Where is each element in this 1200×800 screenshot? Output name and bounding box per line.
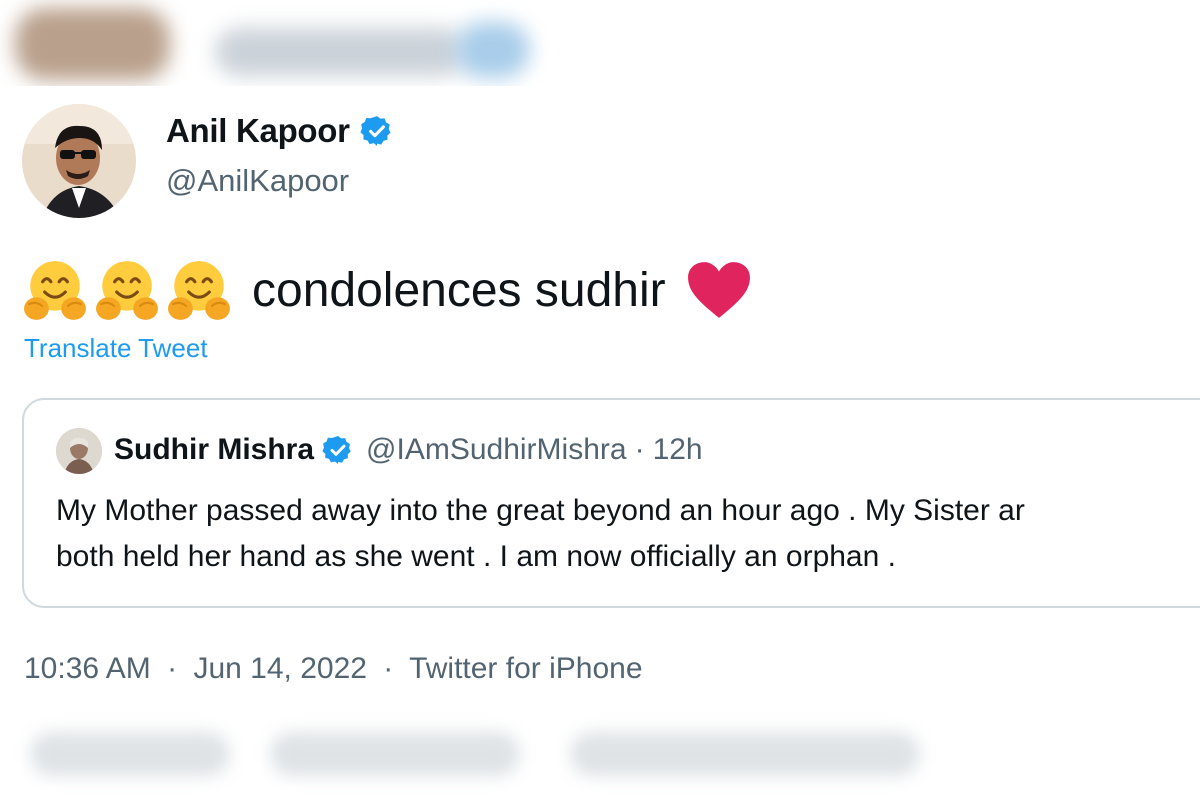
hugging-face-emoji xyxy=(22,257,88,323)
author-name-row: Anil Kapoor xyxy=(166,112,394,150)
separator-dot: · xyxy=(167,652,178,685)
quoted-tweet-text: My Mother passed away into the great bey… xyxy=(56,488,1196,580)
blurred-header-strip xyxy=(0,0,1200,86)
separator-dot: · xyxy=(634,433,645,466)
tweet-text-row: condolences sudhir xyxy=(22,252,752,328)
quoted-author-handle[interactable]: @IAmSudhirMishra xyxy=(366,433,627,467)
author-name[interactable]: Anil Kapoor xyxy=(166,112,350,150)
tweet-source[interactable]: Twitter for iPhone xyxy=(409,652,642,685)
author-handle[interactable]: @AnilKapoor xyxy=(166,163,349,199)
quoted-tweet-line: My Mother passed away into the great bey… xyxy=(56,494,1025,527)
quoted-tweet-time[interactable]: 12h xyxy=(653,433,703,467)
author-avatar[interactable] xyxy=(22,104,136,218)
tweet-time[interactable]: 10:36 AM xyxy=(24,652,151,685)
quoted-tweet-header: Sudhir Mishra @IAmSudhirMishra · 12h xyxy=(114,433,703,467)
tweet-meta: 10:36 AM · Jun 14, 2022 · Twitter for iP… xyxy=(24,652,643,686)
quoted-author-avatar[interactable] xyxy=(56,428,102,474)
tweet-body: condolences sudhir xyxy=(252,263,666,317)
quoted-author-name[interactable]: Sudhir Mishra xyxy=(114,433,314,467)
hugging-face-emoji xyxy=(94,257,160,323)
verified-badge-icon xyxy=(360,114,394,148)
quoted-tweet-card[interactable]: Sudhir Mishra @IAmSudhirMishra · 12h My … xyxy=(22,398,1200,608)
tweet-date[interactable]: Jun 14, 2022 xyxy=(193,652,366,685)
quoted-tweet-line: both held her hand as she went . I am no… xyxy=(56,540,896,573)
verified-badge-icon xyxy=(322,434,354,466)
translate-tweet-link[interactable]: Translate Tweet xyxy=(24,333,208,364)
red-heart-emoji xyxy=(686,260,752,320)
blurred-footer-strip xyxy=(0,710,1200,800)
separator-dot: · xyxy=(383,652,394,685)
hugging-face-emoji xyxy=(166,257,232,323)
